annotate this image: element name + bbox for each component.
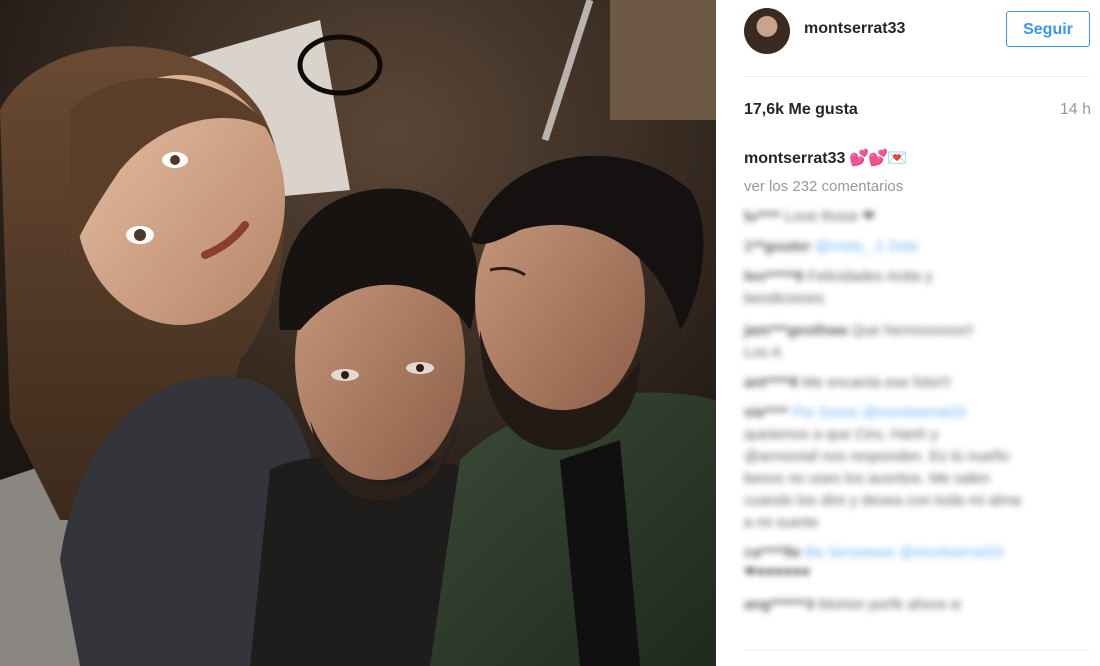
- comment-user[interactable]: ang******3: [744, 596, 814, 613]
- comment-row: leo*****8 Felicidades Anita y: [744, 266, 932, 288]
- comment-text: besos no uses los acentos. Me salen: [744, 470, 990, 487]
- comment-text: Ba Seceeeee @montserrat33: [804, 544, 1003, 561]
- header-divider: [744, 76, 1090, 77]
- caption-username[interactable]: montserrat33: [744, 150, 845, 167]
- comment-row: vie**** Pio Sssss @montserrat33: [744, 402, 966, 424]
- comment-text: cuando los dire y desea con toda mi alma: [744, 492, 1021, 509]
- follow-button[interactable]: Seguir: [1006, 11, 1090, 47]
- comment-row: besos no uses los acentos. Me salen: [744, 468, 990, 490]
- comment-row: ang******3 Morton porfe ahora si: [744, 594, 961, 616]
- comment-text: Que hermososss!!: [851, 322, 974, 339]
- post-sidebar: montserrat33 Seguir 17,6k Me gusta 14 h …: [716, 0, 1100, 666]
- comment-row: @armoniaf nos responden. Es tú nueño: [744, 446, 1009, 468]
- comment-text: Love those ❤: [784, 208, 875, 225]
- comment-row: ❤♥♥♥♥♥♥: [744, 562, 810, 584]
- comment-box-divider: [744, 650, 1090, 651]
- post-caption: montserrat33 💕💕💌: [744, 148, 907, 168]
- comment-text: Pio Sssss @montserrat33: [792, 404, 966, 421]
- comment-row: ant****8 Me encanta ese foto!!!: [744, 372, 951, 394]
- comment-row: Los A: [744, 342, 782, 364]
- comment-user[interactable]: leo*****8: [744, 268, 803, 285]
- post-username[interactable]: montserrat33: [804, 20, 905, 38]
- comment-row: a mi suerte: [744, 512, 818, 534]
- comment-user[interactable]: 1**gouter: [744, 238, 811, 255]
- post-photo[interactable]: [0, 0, 716, 666]
- comment-row: lu**** Love those ❤: [744, 206, 875, 228]
- comment-user[interactable]: lu****: [744, 208, 781, 225]
- comment-user[interactable]: vie****: [744, 404, 788, 421]
- comment-row: ca****lle Ba Seceeeee @montserrat33: [744, 542, 1003, 564]
- comment-text: Me encanta ese foto!!!: [802, 374, 951, 391]
- comment-user[interactable]: ant****8: [744, 374, 798, 391]
- comment-text: @armoniaf nos responden. Es tú nueño: [744, 448, 1010, 465]
- comment-text: Morton porfe ahora si: [818, 596, 961, 613]
- comment-text: a mi suerte: [744, 514, 819, 531]
- comment-text: Los A: [744, 344, 782, 361]
- comment-row: 1**gouter @rnsts_ 2 Zeta: [744, 236, 918, 258]
- comment-row: jam***gesthwa Que hermososss!!: [744, 320, 973, 342]
- avatar[interactable]: [744, 8, 790, 54]
- caption-text: 💕💕💌: [849, 150, 907, 167]
- comment-user[interactable]: jam***gesthwa: [744, 322, 847, 339]
- comment-text: Felicidades Anita y: [807, 268, 933, 285]
- comment-row: bendiciones: [744, 288, 824, 310]
- comment-row: cuando los dire y desea con toda mi alma: [744, 490, 1021, 512]
- comment-row: queiemos a que Ciro, Hanh y: [744, 424, 938, 446]
- post-header: montserrat33 Seguir: [744, 8, 1090, 54]
- post-photo-illustration: [0, 0, 716, 666]
- post-time[interactable]: 14 h: [1060, 101, 1091, 119]
- comment-text: ❤♥♥♥♥♥♥: [744, 564, 811, 581]
- comment-text: @rnsts_ 2 Zeta: [814, 238, 918, 255]
- comment-user[interactable]: ca****lle: [744, 544, 801, 561]
- view-comments-link[interactable]: ver los 232 comentarios: [744, 178, 903, 195]
- comment-text: queiemos a que Ciro, Hanh y: [744, 426, 939, 443]
- comment-text: bendiciones: [744, 290, 825, 307]
- likes-count[interactable]: 17,6k Me gusta: [744, 101, 858, 119]
